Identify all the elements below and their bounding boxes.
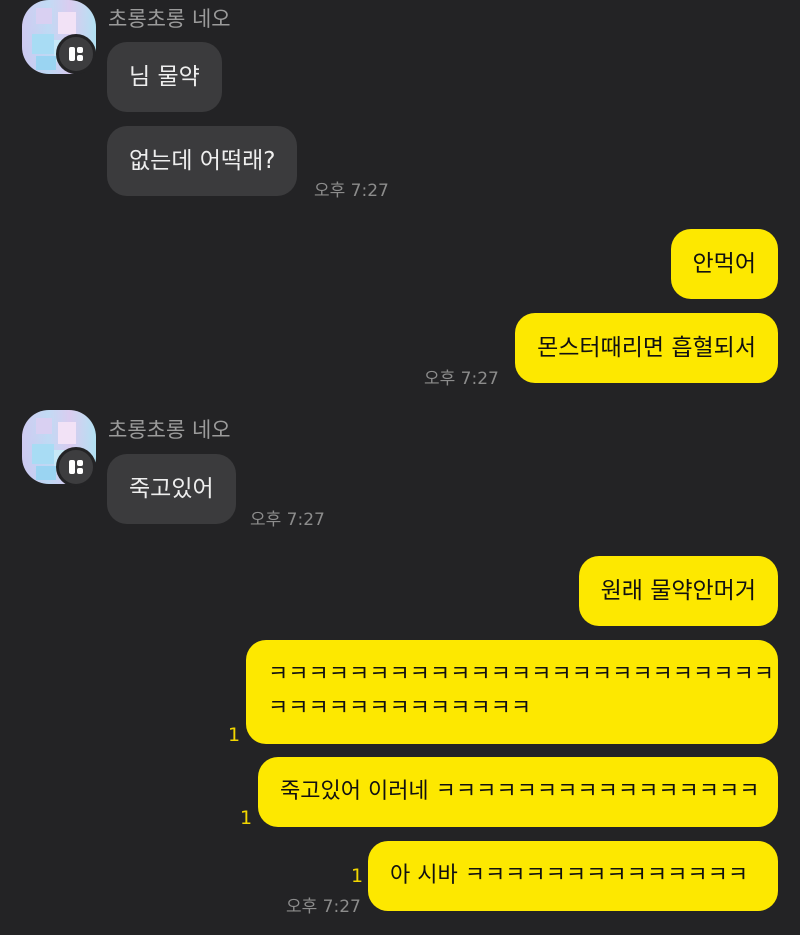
message-bubble[interactable]: 죽고있어 이러네 ㅋㅋㅋㅋㅋㅋㅋㅋㅋㅋㅋㅋㅋㅋㅋㅋ xyxy=(258,757,778,827)
message-bubble[interactable]: 아 시바 ㅋㅋㅋㅋㅋㅋㅋㅋㅋㅋㅋㅋㅋㅋ xyxy=(368,841,778,911)
message-bubble[interactable]: 몬스터때리면 흡혈되서 xyxy=(515,313,778,383)
message-time: 오후 7:27 xyxy=(250,510,325,530)
sender-name: 초롱초롱 네오 xyxy=(108,7,231,31)
message-text: 없는데 어떡래? xyxy=(129,148,276,174)
message-text-line-2: ㅋㅋㅋㅋㅋㅋㅋㅋㅋㅋㅋㅋㅋ xyxy=(268,696,532,721)
board-icon xyxy=(56,34,96,74)
message-bubble[interactable]: ㅋㅋㅋㅋㅋㅋㅋㅋㅋㅋㅋㅋㅋㅋㅋㅋㅋㅋㅋㅋㅋㅋㅋㅋㅋ ㅋㅋㅋㅋㅋㅋㅋㅋㅋㅋㅋㅋㅋ xyxy=(246,640,778,744)
board-icon xyxy=(56,447,96,487)
message-text: 죽고있어 이러네 ㅋㅋㅋㅋㅋㅋㅋㅋㅋㅋㅋㅋㅋㅋㅋㅋ xyxy=(280,779,760,804)
message-time: 오후 7:27 xyxy=(286,897,361,917)
message-text: 아 시바 ㅋㅋㅋㅋㅋㅋㅋㅋㅋㅋㅋㅋㅋㅋ xyxy=(390,863,749,888)
message-text: 님 물약 xyxy=(129,64,200,90)
message-text: 죽고있어 xyxy=(129,476,214,502)
message-time: 오후 7:27 xyxy=(424,369,499,389)
message-text: 몬스터때리면 흡혈되서 xyxy=(537,335,756,361)
unread-count: 1 xyxy=(351,865,364,887)
message-bubble[interactable]: 원래 물약안머거 xyxy=(578,556,778,626)
message-bubble[interactable]: 죽고있어 xyxy=(107,454,236,524)
sender-name: 초롱초롱 네오 xyxy=(108,418,231,442)
unread-count: 1 xyxy=(240,807,253,829)
message-bubble[interactable]: 안먹어 xyxy=(670,229,778,299)
message-text: 안먹어 xyxy=(692,251,756,277)
message-text: 원래 물약안머거 xyxy=(600,578,756,604)
message-text-line-1: ㅋㅋㅋㅋㅋㅋㅋㅋㅋㅋㅋㅋㅋㅋㅋㅋㅋㅋㅋㅋㅋㅋㅋㅋㅋ xyxy=(268,662,775,687)
message-bubble[interactable]: 없는데 어떡래? xyxy=(107,126,298,196)
message-time: 오후 7:27 xyxy=(314,181,389,201)
unread-count: 1 xyxy=(228,724,241,746)
message-bubble[interactable]: 님 물약 xyxy=(107,42,222,112)
